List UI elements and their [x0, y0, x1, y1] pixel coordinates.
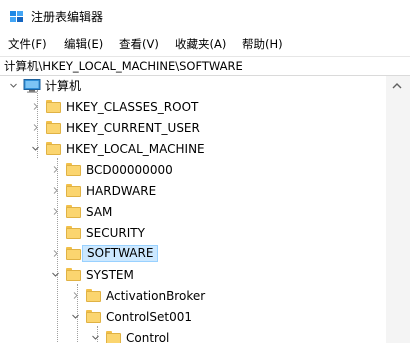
scroll-up-arrow-icon[interactable] [389, 80, 405, 92]
menu-view[interactable]: 查看(V) [119, 37, 159, 51]
tree-label[interactable]: SYSTEM [84, 267, 136, 283]
vertical-scrollbar[interactable] [386, 76, 410, 343]
title-bar: 注册表编辑器 [0, 0, 410, 34]
menu-favorites[interactable]: 收藏夹(A) [175, 37, 226, 51]
folder-icon [66, 268, 81, 281]
address-bar[interactable]: 计算机\HKEY_LOCAL_MACHINE\SOFTWARE [0, 56, 410, 76]
chevron-down-icon[interactable] [32, 145, 39, 152]
tree-label[interactable]: ActivationBroker [104, 288, 207, 304]
tree-node-hkcr[interactable]: HKEY_CLASSES_ROOT [0, 98, 260, 117]
tree-label[interactable]: HKEY_LOCAL_MACHINE [64, 141, 207, 157]
tree-node-controlset001[interactable]: ControlSet001 [0, 308, 300, 327]
tree-node-sam[interactable]: SAM [0, 203, 260, 222]
registry-tree[interactable]: 计算机 HKEY_CLASSES_ROOT HKEY_CURRENT_USER … [0, 76, 386, 343]
tree-label[interactable]: SECURITY [84, 225, 147, 241]
chevron-down-icon[interactable] [10, 82, 17, 89]
tree-label[interactable]: HKEY_CLASSES_ROOT [64, 99, 200, 115]
address-path[interactable]: 计算机\HKEY_LOCAL_MACHINE\SOFTWARE [4, 59, 243, 73]
window-title: 注册表编辑器 [31, 10, 104, 24]
tree-label[interactable]: ControlSet001 [104, 309, 194, 325]
regedit-app-icon [10, 11, 23, 22]
tree-node-computer[interactable]: 计算机 [0, 77, 200, 96]
tree-label[interactable]: HKEY_CURRENT_USER [64, 120, 202, 136]
folder-icon [66, 226, 81, 239]
menu-bar: 文件(F) 编辑(E) 查看(V) 收藏夹(A) 帮助(H) [0, 34, 410, 54]
folder-icon [86, 289, 101, 302]
chevron-right-icon[interactable] [52, 187, 59, 194]
menu-help[interactable]: 帮助(H) [242, 37, 283, 51]
tree-label[interactable]: SAM [84, 204, 114, 220]
chevron-right-icon[interactable] [72, 292, 79, 299]
computer-icon [23, 79, 41, 93]
chevron-right-icon[interactable] [32, 103, 39, 110]
tree-node-hardware[interactable]: HARDWARE [0, 182, 260, 201]
tree-node-bcd[interactable]: BCD00000000 [0, 161, 260, 180]
folder-icon [66, 205, 81, 218]
tree-label-selected[interactable]: SOFTWARE [82, 245, 159, 262]
tree-node-activation-broker[interactable]: ActivationBroker [0, 287, 300, 306]
chevron-down-icon[interactable] [52, 271, 59, 278]
chevron-right-icon[interactable] [52, 208, 59, 215]
tree-label[interactable]: Control [124, 330, 171, 343]
tree-label[interactable]: BCD00000000 [84, 162, 175, 178]
folder-icon [46, 142, 61, 155]
tree-node-security[interactable]: SECURITY [0, 224, 260, 243]
tree-node-system[interactable]: SYSTEM [0, 266, 260, 285]
folder-icon [46, 100, 61, 113]
folder-icon [106, 331, 121, 343]
chevron-right-icon[interactable] [52, 166, 59, 173]
chevron-down-icon[interactable] [72, 313, 79, 320]
tree-node-hklm[interactable]: HKEY_LOCAL_MACHINE [0, 140, 260, 159]
folder-icon [66, 163, 81, 176]
folder-icon [66, 247, 81, 260]
menu-file[interactable]: 文件(F) [8, 37, 47, 51]
tree-label[interactable]: HARDWARE [84, 183, 158, 199]
folder-icon [86, 310, 101, 323]
chevron-right-icon[interactable] [52, 250, 59, 257]
chevron-right-icon[interactable] [32, 124, 39, 131]
menu-edit[interactable]: 编辑(E) [64, 37, 103, 51]
tree-node-hkcu[interactable]: HKEY_CURRENT_USER [0, 119, 260, 138]
folder-icon [46, 121, 61, 134]
tree-node-software[interactable]: SOFTWARE [0, 245, 260, 264]
tree-label[interactable]: 计算机 [43, 78, 83, 94]
chevron-down-icon[interactable] [92, 334, 99, 341]
tree-node-control[interactable]: Control [0, 329, 300, 343]
folder-icon [66, 184, 81, 197]
